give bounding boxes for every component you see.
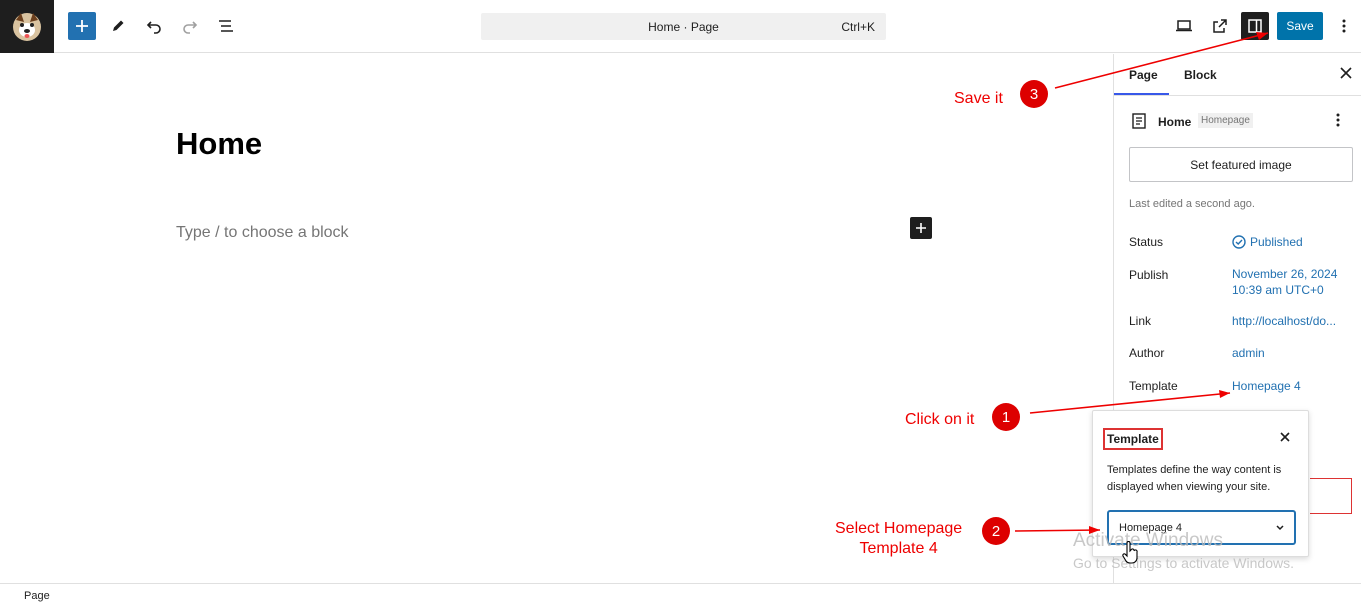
undo-button[interactable] (140, 12, 168, 40)
step1-label: Click on it (905, 411, 975, 428)
popover-description: Templates define the way content is disp… (1107, 464, 1282, 493)
site-logo[interactable] (0, 0, 54, 53)
settings-sidebar-toggle[interactable] (1241, 12, 1269, 40)
check-circle-icon (1232, 235, 1246, 249)
editor-header: Home · Page Ctrl+K Save (0, 0, 1361, 53)
publish-date: November 26, 2024 (1232, 267, 1338, 281)
sidebar-icon (1248, 19, 1262, 33)
template-label: Template (1129, 379, 1178, 393)
activation-watermark-text: Go to Settings to activate Windows. (1073, 555, 1294, 571)
step2-badge: 2 (982, 517, 1010, 545)
step2-label: Select Homepage Template 4 (835, 519, 962, 559)
command-palette-bar[interactable]: Home · Page Ctrl+K (481, 13, 886, 40)
activation-watermark-title: Activate Windows (1073, 530, 1223, 551)
status-footer: Page (0, 583, 1361, 606)
breadcrumb[interactable]: Page (24, 590, 50, 602)
close-icon[interactable] (1279, 431, 1291, 443)
step1-badge: 1 (992, 403, 1020, 431)
desktop-icon (1176, 20, 1192, 32)
dog-logo-icon (13, 12, 41, 41)
homepage-badge: Homepage (1198, 113, 1253, 128)
hand-pointer-icon (1122, 541, 1138, 564)
document-overview-button[interactable] (212, 12, 240, 40)
external-link-icon (1213, 19, 1227, 33)
save-button[interactable]: Save (1277, 12, 1323, 40)
last-edited-text: Last edited a second ago. (1129, 198, 1255, 210)
plus-icon (916, 223, 926, 233)
tab-page[interactable]: Page (1129, 68, 1158, 82)
status-value[interactable]: Published (1232, 234, 1303, 250)
preview-button[interactable] (1170, 12, 1198, 40)
undo-icon (146, 21, 161, 34)
author-label: Author (1129, 346, 1165, 360)
inline-inserter-button[interactable] (910, 217, 932, 239)
more-vertical-icon[interactable] (1336, 112, 1340, 128)
step3-badge: 3 (1020, 80, 1048, 108)
publish-value[interactable]: November 26, 2024 10:39 am UTC+0 (1232, 266, 1337, 298)
status-label: Status (1129, 235, 1164, 249)
close-icon[interactable] (1339, 66, 1353, 80)
link-label: Link (1129, 314, 1152, 328)
sidebar-tabs: Page Block (1114, 54, 1361, 96)
publish-label: Publish (1129, 268, 1169, 282)
page-icon (1132, 113, 1146, 129)
more-vertical-icon (1342, 19, 1346, 33)
pencil-icon (113, 20, 124, 31)
step3-label: Save it (954, 90, 1003, 107)
page-title[interactable]: Home (176, 126, 262, 162)
block-inserter-button[interactable] (68, 12, 96, 40)
template-value[interactable]: Homepage 4 (1232, 378, 1301, 394)
set-featured-image-button[interactable]: Set featured image (1129, 147, 1353, 182)
status-text: Published (1250, 235, 1303, 249)
redo-icon (183, 21, 198, 34)
list-view-icon (219, 20, 233, 32)
publish-time: 10:39 am UTC+0 (1232, 283, 1324, 297)
options-button[interactable] (1330, 12, 1358, 40)
plus-icon (76, 20, 88, 32)
tools-button[interactable] (104, 12, 132, 40)
step2-label-line1: Select Homepage (835, 520, 963, 537)
chevron-down-icon (1276, 525, 1284, 531)
block-placeholder[interactable]: Type / to choose a block (176, 224, 349, 242)
tab-block[interactable]: Block (1184, 68, 1217, 82)
step2-label-line2: Template 4 (859, 540, 938, 557)
active-tab-indicator (1114, 93, 1169, 95)
shortcut-hint: Ctrl+K (841, 20, 875, 34)
author-value[interactable]: admin (1232, 345, 1265, 361)
highlight-box (1310, 478, 1352, 514)
document-title: Home · Page (648, 20, 719, 34)
popover-title: Template (1103, 428, 1163, 450)
link-value[interactable]: http://localhost/do... (1232, 313, 1336, 329)
view-page-button[interactable] (1206, 12, 1234, 40)
document-name: Home (1158, 115, 1192, 129)
redo-button[interactable] (176, 12, 204, 40)
editor-canvas[interactable]: Home Type / to choose a block (0, 54, 1113, 583)
